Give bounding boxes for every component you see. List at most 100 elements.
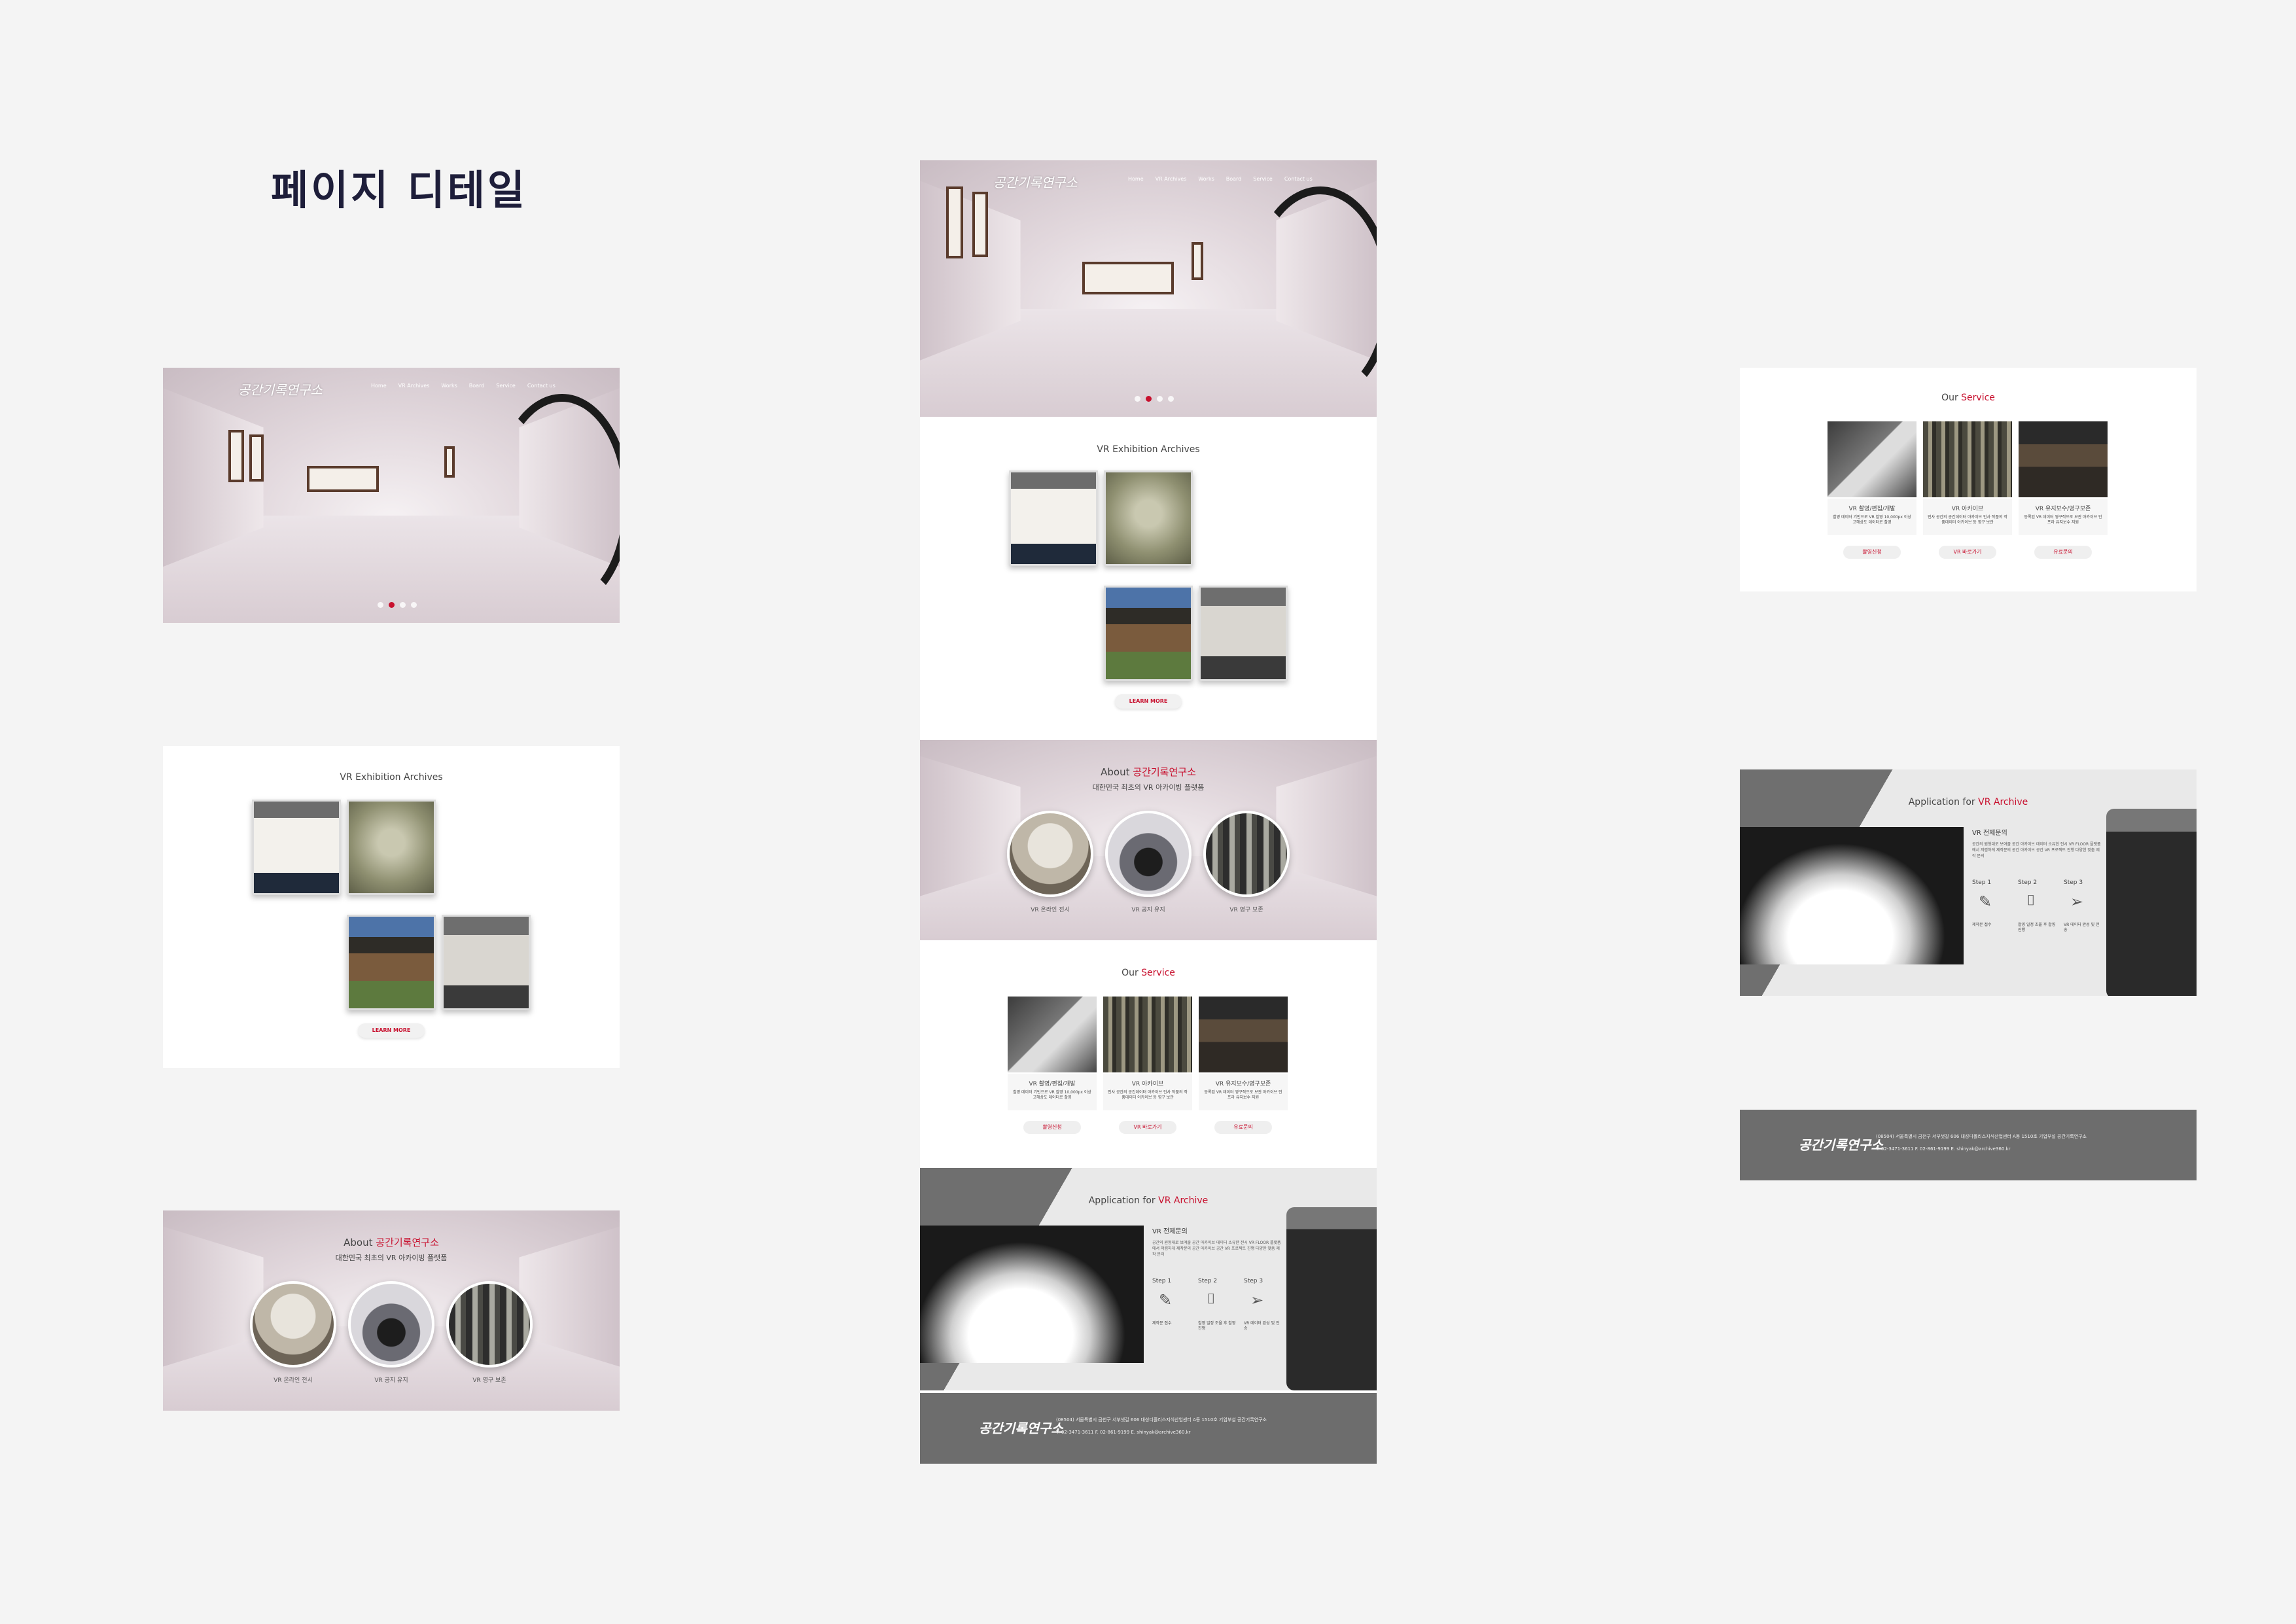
slide-dot[interactable]: [1157, 396, 1163, 402]
nav-board[interactable]: Board: [469, 383, 485, 389]
about-circle-2[interactable]: [1105, 811, 1192, 897]
nav-board[interactable]: Board: [1226, 176, 1242, 182]
footer-contact: T. 02-3471-3611 F. 02-861-9199 E. shinya…: [1876, 1146, 2011, 1152]
about-circle-2[interactable]: [348, 1281, 434, 1368]
nav-contact[interactable]: Contact us: [1284, 176, 1313, 182]
nav-contact[interactable]: Contact us: [527, 383, 556, 389]
service-name: VR 촬영/편집/개발: [1848, 506, 1896, 512]
archive-thumb-2[interactable]: [1104, 470, 1193, 566]
vr-archives-card: VR Exhibition Archives LEARN MORE: [163, 746, 620, 1068]
service-title: Our Service: [1122, 968, 1175, 978]
about-card: About 공간기록연구소 대한민국 최초의 VR 아카이빙 플랫폼 VR 온라…: [163, 1210, 620, 1411]
learn-more-button[interactable]: LEARN MORE: [1115, 694, 1182, 709]
footer-address: (08504) 서울특별시 금천구 서부샛길 606 대성디폴리스지식산업센터 …: [1056, 1417, 1267, 1422]
logo[interactable]: 공간기록연구소: [238, 380, 323, 398]
about-circle-label: VR 영구 보존: [1229, 907, 1263, 913]
vr-archives-section: VR Exhibition Archives LEARN MORE: [920, 417, 1377, 737]
main-nav: Home VR Archives Works Board Service Con…: [371, 383, 556, 389]
about-circle-3[interactable]: [446, 1281, 533, 1368]
nav-works[interactable]: Works: [1198, 176, 1214, 182]
footer-contact: T. 02-3471-3611 F. 02-861-9199 E. shinya…: [1056, 1430, 1191, 1435]
step-1-label: Step 1: [1152, 1278, 1172, 1284]
archive-thumb-1[interactable]: [1009, 470, 1098, 566]
footer-logo[interactable]: 공간기록연구소: [1799, 1135, 1883, 1154]
archive-thumb-4[interactable]: [1199, 586, 1288, 681]
service-image-2[interactable]: [1923, 421, 2012, 497]
slider-dots: [1135, 396, 1174, 402]
learn-more-button[interactable]: LEARN MORE: [358, 1023, 425, 1038]
service-button-3[interactable]: 유료문의: [2034, 546, 2092, 559]
slide-dot[interactable]: [411, 602, 417, 608]
slide-dot[interactable]: [1168, 396, 1174, 402]
archive-thumb-2[interactable]: [347, 800, 436, 895]
about-circle-label: VR 공지 유지: [1131, 907, 1165, 913]
service-text-3: VR 유지보수/영구보존 등록된 VR 데이터 영구적으로 보관 아카이브 인프…: [2019, 499, 2108, 535]
step-1-text: 제작문 접수: [1152, 1321, 1172, 1326]
about-section: About 공간기록연구소 대한민국 최초의 VR 아카이빙 플랫폼 VR 온라…: [920, 740, 1377, 940]
logo[interactable]: 공간기록연구소: [993, 172, 1078, 191]
application-preview-card: Application for VR Archive VR 전제문의 공간의 원…: [1740, 769, 2197, 996]
service-desc: 인사 공간의 공간데이터 아카이브 인사 작품의 작품데이터 아카이브 등 영구…: [1108, 1090, 1188, 1100]
paper-plane-icon: ➢: [1250, 1291, 1264, 1309]
archive-thumb-4[interactable]: [442, 915, 531, 1010]
application-title: Application for VR Archive: [1088, 1195, 1209, 1206]
camera-image: [2106, 809, 2197, 996]
nav-service[interactable]: Service: [496, 383, 516, 389]
service-button-1[interactable]: 촬영신청: [1843, 546, 1901, 559]
footer-address: (08504) 서울특별시 금천구 서부샛길 606 대성디폴리스지식산업센터 …: [1876, 1134, 2087, 1139]
slide-dot[interactable]: [1135, 396, 1140, 402]
about-subtitle: 대한민국 최초의 VR 아카이빙 플랫폼: [1092, 783, 1205, 792]
step-2-label: Step 2: [1198, 1278, 1218, 1284]
service-name: VR 촬영/편집/개발: [1029, 1081, 1076, 1087]
service-button-1[interactable]: 촬영신청: [1023, 1121, 1081, 1134]
application-subtitle: VR 전제문의: [1152, 1228, 1188, 1235]
archive-thumb-3[interactable]: [1104, 586, 1193, 681]
slide-dot-active[interactable]: [1146, 396, 1152, 402]
vr-section-title: VR Exhibition Archives: [1097, 444, 1200, 455]
hero-preview-card: 공간기록연구소 Home VR Archives Works Board Ser…: [163, 368, 620, 623]
about-title: About 공간기록연구소: [1101, 766, 1196, 778]
archive-thumb-1[interactable]: [252, 800, 341, 895]
footer-preview-card: 공간기록연구소 (08504) 서울특별시 금천구 서부샛길 606 대성디폴리…: [1740, 1110, 2197, 1180]
nav-service[interactable]: Service: [1253, 176, 1273, 182]
service-button-2[interactable]: VR 바로가기: [1119, 1121, 1176, 1134]
application-desc: 공간의 원형대로 보여줄 공간 아카이브 데이터 소유한 전시 VR FLOOR…: [1972, 842, 2101, 858]
slide-dot[interactable]: [378, 602, 383, 608]
step-3-label: Step 3: [2064, 879, 2083, 886]
slide-dot-active[interactable]: [389, 602, 395, 608]
archive-thumb-3[interactable]: [347, 915, 436, 1010]
service-preview-card: Our Service VR 촬영/편집/개발 촬영 데이터 기반으로 VR 촬…: [1740, 368, 2197, 591]
service-image-2[interactable]: [1103, 997, 1192, 1072]
full-page-preview: 공간기록연구소 Home VR Archives Works Board Ser…: [920, 160, 1377, 1464]
hero-section: 공간기록연구소 Home VR Archives Works Board Ser…: [920, 160, 1377, 417]
service-image-1[interactable]: [1008, 997, 1097, 1072]
about-circle-1[interactable]: [1007, 811, 1093, 897]
slide-dot[interactable]: [400, 602, 406, 608]
service-image-1[interactable]: [1828, 421, 1916, 497]
nav-home[interactable]: Home: [371, 383, 387, 389]
nav-vr-archives[interactable]: VR Archives: [1156, 176, 1187, 182]
service-text-1: VR 촬영/편집/개발 촬영 데이터 기반으로 VR 촬영 10,000px 이…: [1828, 499, 1916, 535]
camera-image: [1286, 1207, 1377, 1390]
page-title: 페이지 디테일: [271, 166, 527, 214]
about-circle-3[interactable]: [1203, 811, 1290, 897]
about-circle-label: VR 영구 보존: [472, 1377, 506, 1384]
nav-vr-archives[interactable]: VR Archives: [398, 383, 430, 389]
main-nav: Home VR Archives Works Board Service Con…: [1128, 176, 1313, 182]
service-button-3[interactable]: 유료문의: [1214, 1121, 1272, 1134]
service-name: VR 유지보수/영구보존: [2035, 506, 2091, 512]
nav-works[interactable]: Works: [441, 383, 457, 389]
service-text-3: VR 유지보수/영구보존 등록된 VR 데이터 영구적으로 보관 아카이브 인프…: [1199, 1074, 1288, 1110]
service-name: VR 아카이브: [1131, 1081, 1164, 1087]
service-desc: 등록된 VR 데이터 영구적으로 보관 아카이브 인프라 유지보수 지원: [1204, 1090, 1282, 1100]
nav-home[interactable]: Home: [1128, 176, 1144, 182]
step-3-text: VR 데이터 완성 및 전송: [2064, 923, 2100, 932]
service-button-2[interactable]: VR 바로가기: [1939, 546, 1996, 559]
about-circle-1[interactable]: [250, 1281, 336, 1368]
service-image-3[interactable]: [1199, 997, 1288, 1072]
paper-plane-icon: ➢: [2070, 892, 2084, 911]
footer-logo[interactable]: 공간기록연구소: [979, 1418, 1063, 1437]
service-image-3[interactable]: [2019, 421, 2108, 497]
service-section: Our Service VR 촬영/편집/개발 촬영 데이터 기반으로 VR 촬…: [920, 943, 1377, 1165]
step-2-text: 촬영 일정 조율 후 촬영 진행: [2018, 923, 2056, 932]
